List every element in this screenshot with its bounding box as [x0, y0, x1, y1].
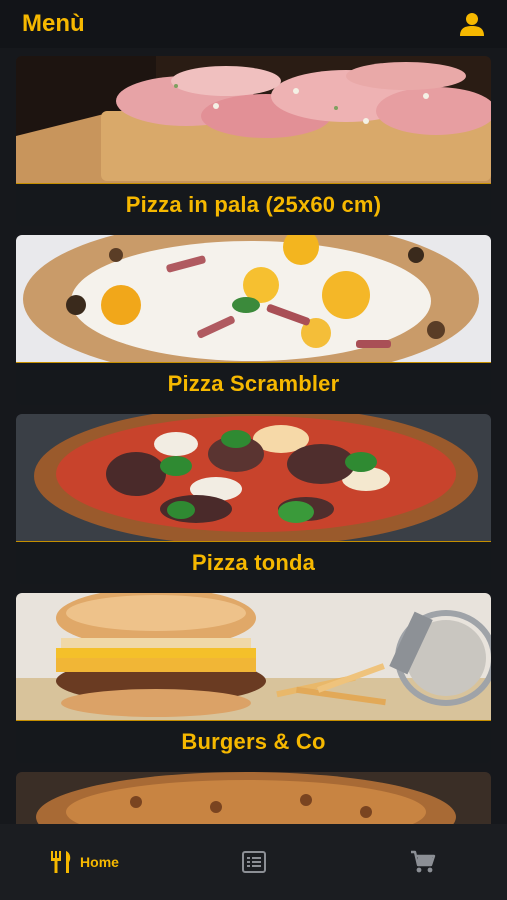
category-card-pizza-tonda[interactable]: Pizza tonda — [16, 414, 491, 584]
bottom-navigation: Home — [0, 824, 507, 900]
burger-fries-photo — [16, 593, 491, 721]
user-icon — [460, 13, 484, 36]
category-card-pizza-in-pala[interactable]: Pizza in pala (25x60 cm) — [16, 56, 491, 226]
pizza-tonda-photo — [16, 414, 491, 542]
category-label: Pizza Scrambler — [16, 363, 491, 405]
fork-knife-icon — [51, 851, 71, 873]
app-header: Menù — [0, 0, 507, 48]
page-title: Menù — [22, 10, 85, 37]
partial-card-photo — [16, 772, 491, 824]
pizza-scrambler-photo — [16, 235, 491, 363]
nav-cart[interactable] — [338, 850, 507, 874]
category-list[interactable]: Pizza in pala (25x60 cm) Pizza Scrambler — [0, 48, 507, 824]
nav-orders[interactable] — [169, 851, 338, 873]
category-label: Pizza tonda — [16, 542, 491, 584]
category-card-pizza-scrambler[interactable]: Pizza Scrambler — [16, 235, 491, 405]
nav-home[interactable]: Home — [0, 851, 169, 873]
user-profile-button[interactable] — [457, 9, 487, 39]
cart-icon — [410, 850, 435, 873]
list-icon — [241, 851, 266, 873]
pizza-in-pala-photo — [16, 56, 491, 184]
category-card-partial[interactable] — [16, 772, 491, 824]
nav-home-label: Home — [80, 854, 119, 870]
category-label: Pizza in pala (25x60 cm) — [16, 184, 491, 226]
category-label: Burgers & Co — [16, 721, 491, 763]
app-root: Menù Pizza in pala (25x60 cm) Pizza Scra… — [0, 0, 507, 900]
category-card-burgers[interactable]: Burgers & Co — [16, 593, 491, 763]
